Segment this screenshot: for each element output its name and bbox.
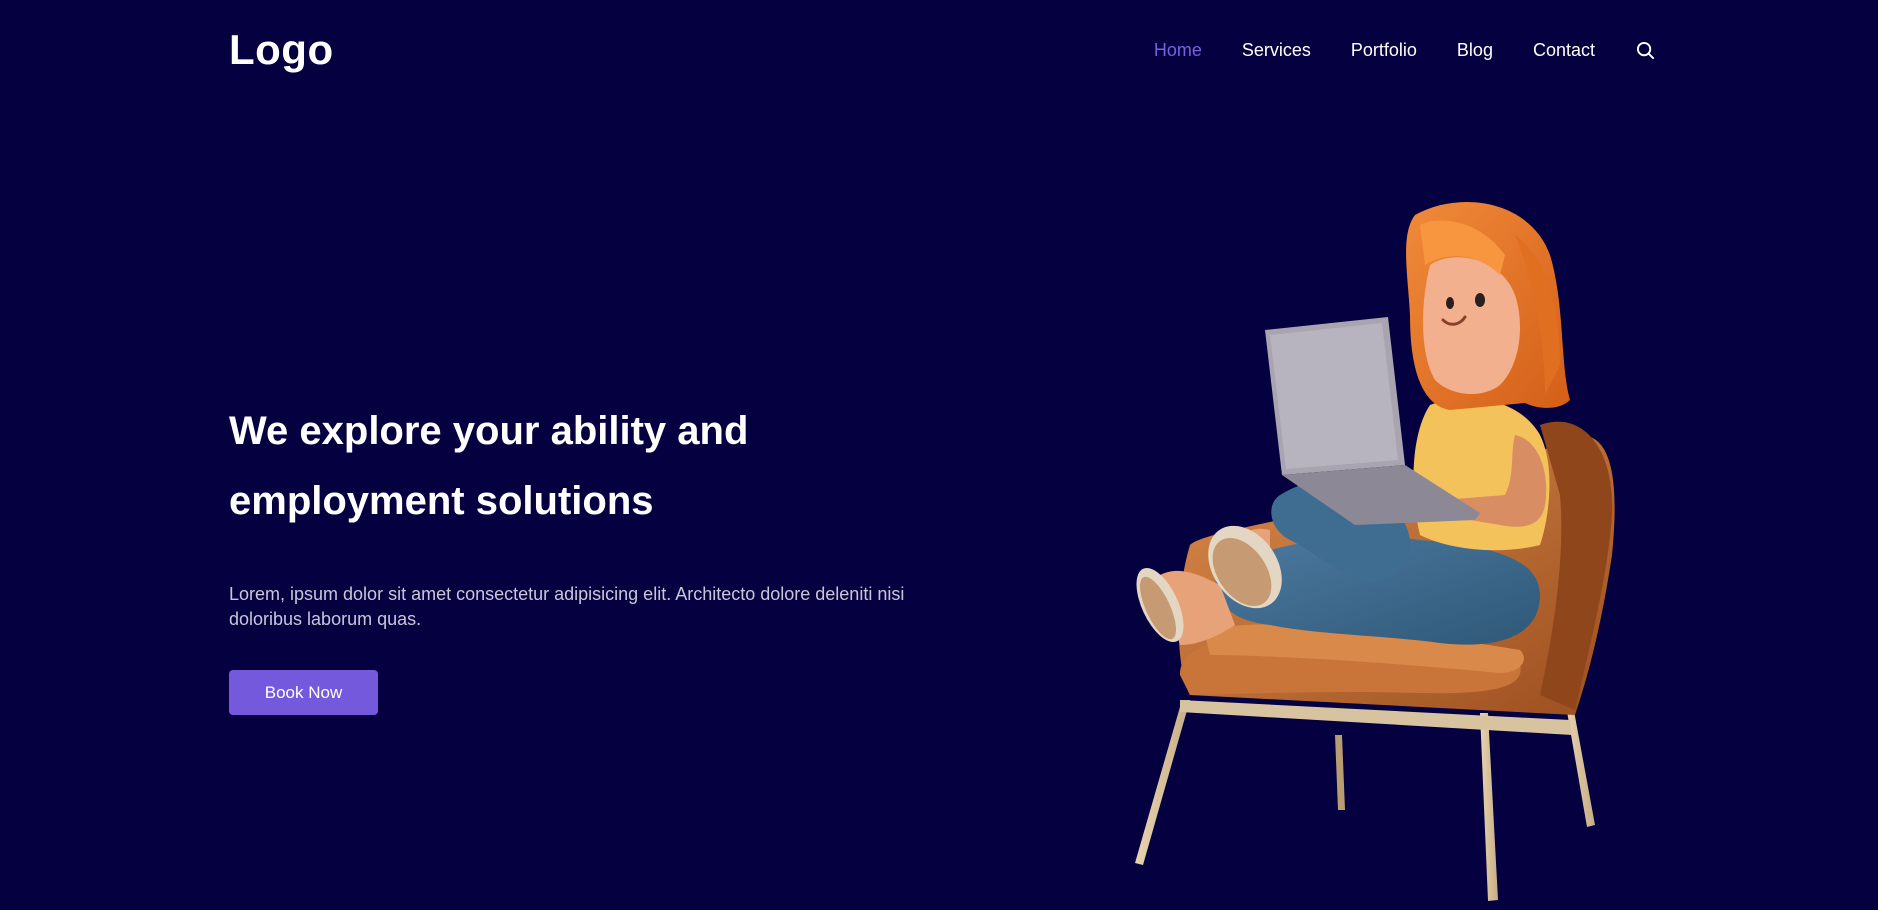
logo[interactable]: Logo	[229, 29, 334, 71]
landing-page: Logo Home Services Portfolio Blog Contac…	[0, 0, 1878, 910]
hero-description: Lorem, ipsum dolor sit amet consectetur …	[229, 584, 905, 629]
book-now-button[interactable]: Book Now	[229, 670, 378, 715]
search-button[interactable]	[1635, 40, 1655, 60]
nav-link-blog[interactable]: Blog	[1457, 40, 1493, 61]
person-head	[1406, 202, 1570, 410]
nav-link-home[interactable]: Home	[1154, 40, 1202, 61]
hero-title: We explore your ability and employment s…	[229, 409, 749, 523]
person-torso	[1413, 398, 1550, 551]
nav-link-portfolio[interactable]: Portfolio	[1351, 40, 1417, 61]
search-icon	[1636, 41, 1654, 59]
hero-illustration	[1135, 202, 1615, 901]
navbar: Logo Home Services Portfolio Blog Contac…	[229, 22, 1655, 78]
nav-links: Home Services Portfolio Blog Contact	[1114, 40, 1655, 61]
hero-section: We explore your ability and employment s…	[229, 396, 949, 715]
nav-link-contact[interactable]: Contact	[1533, 40, 1595, 61]
nav-link-services[interactable]: Services	[1242, 40, 1311, 61]
chair-legs	[1135, 700, 1595, 901]
